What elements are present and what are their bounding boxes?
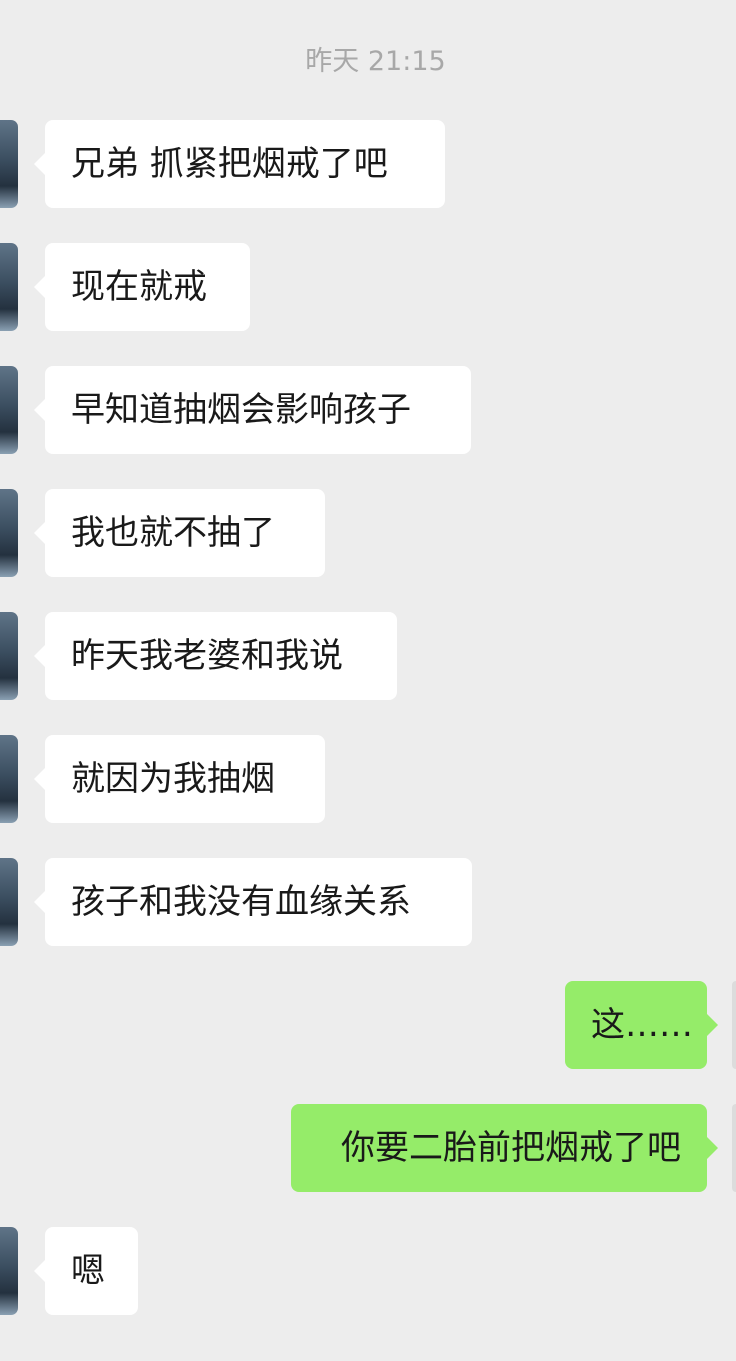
my-avatar[interactable] (732, 981, 736, 1069)
outgoing-message-bubble[interactable]: 这…… (565, 981, 707, 1069)
incoming-message-bubble[interactable]: 孩子和我没有血缘关系 (45, 858, 472, 946)
contact-avatar[interactable] (0, 243, 18, 331)
bubble-tail (34, 522, 45, 544)
contact-avatar[interactable] (0, 489, 18, 577)
message-row: 兄弟 抓紧把烟戒了吧 (0, 120, 736, 208)
bubble-tail (34, 891, 45, 913)
bubble-tail (34, 276, 45, 298)
contact-avatar[interactable] (0, 735, 18, 823)
bubble-tail (34, 645, 45, 667)
bubble-tail (34, 1260, 45, 1282)
message-row: 这…… (0, 981, 736, 1069)
message-row: 早知道抽烟会影响孩子 (0, 366, 736, 454)
incoming-message-bubble[interactable]: 兄弟 抓紧把烟戒了吧 (45, 120, 445, 208)
contact-avatar[interactable] (0, 366, 18, 454)
contact-avatar[interactable] (0, 1227, 18, 1315)
message-row: 现在就戒 (0, 243, 736, 331)
contact-avatar[interactable] (0, 858, 18, 946)
incoming-message-bubble[interactable]: 我也就不抽了 (45, 489, 325, 577)
bubble-tail (707, 1014, 718, 1036)
bubble-tail (34, 399, 45, 421)
message-row: 就因为我抽烟 (0, 735, 736, 823)
message-row: 我也就不抽了 (0, 489, 736, 577)
chat-timestamp: 昨天 21:15 (305, 46, 446, 77)
bubble-tail (707, 1137, 718, 1159)
bubble-tail (34, 768, 45, 790)
message-row: 你要二胎前把烟戒了吧 (0, 1104, 736, 1192)
outgoing-message-bubble[interactable]: 你要二胎前把烟戒了吧 (291, 1104, 707, 1192)
message-row: 孩子和我没有血缘关系 (0, 858, 736, 946)
incoming-message-bubble[interactable]: 嗯 (45, 1227, 138, 1315)
incoming-message-bubble[interactable]: 就因为我抽烟 (45, 735, 325, 823)
message-row: 嗯 (0, 1227, 736, 1315)
contact-avatar[interactable] (0, 612, 18, 700)
message-row: 昨天我老婆和我说 (0, 612, 736, 700)
incoming-message-bubble[interactable]: 昨天我老婆和我说 (45, 612, 397, 700)
bubble-tail (34, 153, 45, 175)
incoming-message-bubble[interactable]: 早知道抽烟会影响孩子 (45, 366, 471, 454)
incoming-message-bubble[interactable]: 现在就戒 (45, 243, 250, 331)
contact-avatar[interactable] (0, 120, 18, 208)
my-avatar[interactable] (732, 1104, 736, 1192)
